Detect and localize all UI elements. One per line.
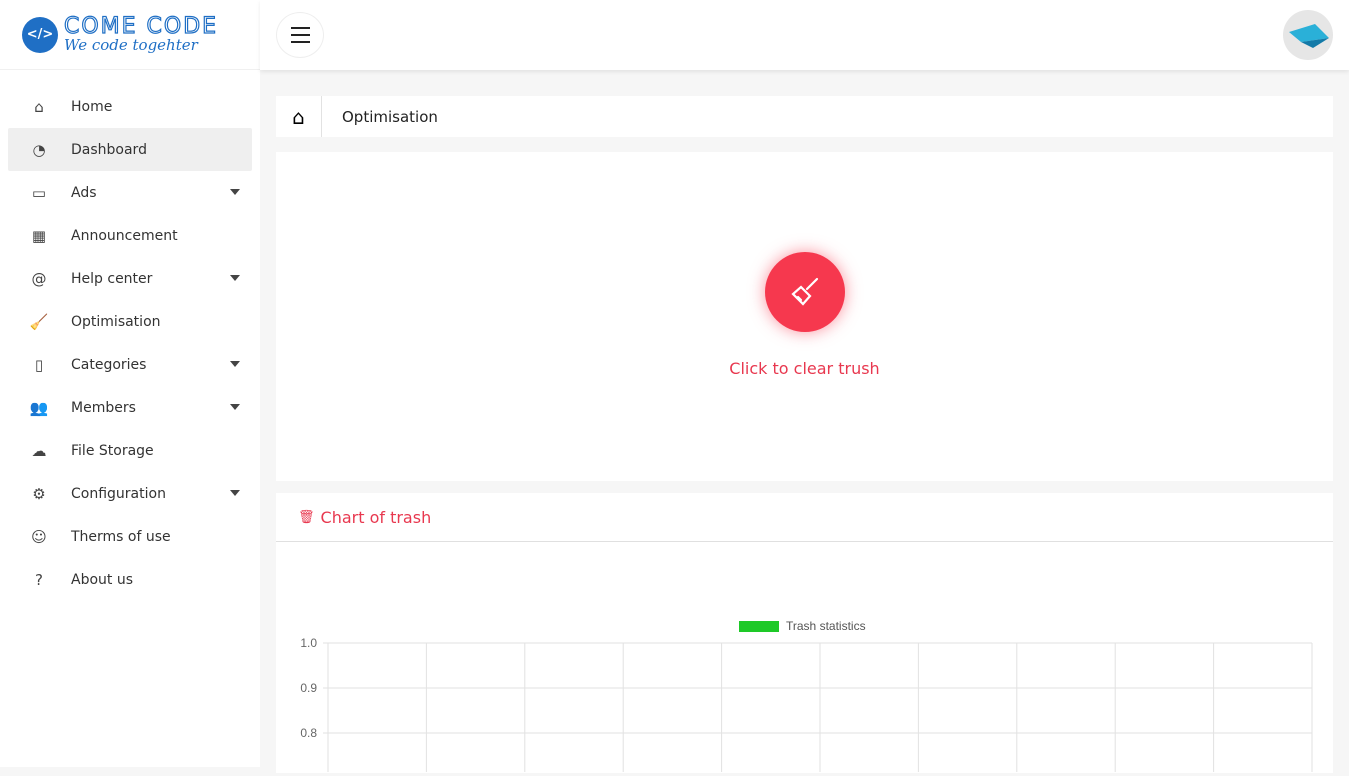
chevron-down-icon bbox=[230, 490, 240, 496]
sidebar-item-label: Ads bbox=[71, 184, 97, 201]
menu-toggle-button[interactable] bbox=[276, 12, 324, 58]
sidebar-item-configuration[interactable]: ⚙ Configuration bbox=[8, 472, 252, 515]
sidebar-item-label: Configuration bbox=[71, 485, 166, 502]
sidebar-item-label: Home bbox=[71, 98, 113, 115]
question-icon: ? bbox=[35, 570, 43, 589]
sidebar-item-file-storage[interactable]: ☁ File Storage bbox=[8, 429, 252, 472]
clear-trash-label[interactable]: Click to clear trush bbox=[276, 359, 1333, 378]
sidebar-item-categories[interactable]: ▯ Categories bbox=[8, 343, 252, 386]
sidebar-item-about-us[interactable]: ? About us bbox=[8, 558, 252, 601]
sidebar-item-label: Dashboard bbox=[71, 141, 147, 158]
at-icon: @ bbox=[31, 269, 47, 288]
gear-icon: ⚙ bbox=[32, 484, 46, 503]
user-avatar[interactable] bbox=[1283, 10, 1333, 60]
optimisation-card: Click to clear trush bbox=[276, 152, 1333, 481]
top-header bbox=[260, 0, 1349, 70]
sidebar-item-label: Optimisation bbox=[71, 313, 161, 330]
breadcrumb-current: Optimisation bbox=[342, 107, 438, 126]
sidebar-item-label: Help center bbox=[71, 270, 153, 287]
sidebar-nav: ⌂ Home ◔ Dashboard ▭ Ads ▦ Announcement @ Help ce… bbox=[0, 70, 260, 601]
sidebar-item-label: About us bbox=[71, 571, 134, 588]
code-icon: </> bbox=[22, 16, 58, 53]
users-icon: 👥 bbox=[29, 398, 49, 417]
ad-icon: ▭ bbox=[31, 183, 47, 202]
trash-icon: 🗑 bbox=[298, 509, 315, 525]
logo[interactable]: </> COME CODE We code togehter bbox=[0, 0, 260, 70]
chevron-down-icon bbox=[230, 189, 240, 195]
trash-chart: 1.0 0.9 0.8 0.7 Trash statistics bbox=[300, 619, 1313, 776]
accessibility-icon: ☺ bbox=[31, 527, 47, 546]
sidebar-item-label: File Storage bbox=[71, 442, 154, 459]
sidebar-item-label: Members bbox=[71, 399, 136, 416]
avatar-image bbox=[1289, 24, 1329, 48]
page-icon: ▯ bbox=[34, 355, 44, 374]
sidebar-item-announcement[interactable]: ▦ Announcement bbox=[8, 214, 252, 257]
legend-label: Trash statistics bbox=[786, 619, 866, 633]
broom-icon: 🧹 bbox=[29, 312, 49, 331]
chevron-down-icon bbox=[230, 361, 240, 367]
sidebar-item-therms-of-use[interactable]: ☺ Therms of use bbox=[8, 515, 252, 558]
sidebar: </> COME CODE We code togehter ⌂ Home ◔ Das… bbox=[0, 0, 260, 767]
sidebar-item-help-center[interactable]: @ Help center bbox=[8, 257, 252, 300]
chart-card-title: Chart of trash bbox=[320, 507, 432, 527]
clear-trash-button[interactable] bbox=[765, 252, 845, 332]
chevron-down-icon bbox=[230, 404, 240, 410]
hamburger-icon bbox=[290, 27, 310, 29]
sidebar-item-members[interactable]: 👥 Members bbox=[8, 386, 252, 429]
sidebar-item-label: Therms of use bbox=[71, 528, 171, 545]
sidebar-item-label: Categories bbox=[71, 356, 147, 373]
sidebar-item-optimisation[interactable]: 🧹 Optimisation bbox=[8, 300, 252, 343]
logo-subtitle: We code togehter bbox=[64, 36, 198, 54]
cloud-upload-icon: ☁ bbox=[31, 441, 47, 460]
sidebar-item-dashboard[interactable]: ◔ Dashboard bbox=[8, 128, 252, 171]
sidebar-item-home[interactable]: ⌂ Home bbox=[8, 85, 252, 128]
gauge-icon: ◔ bbox=[32, 140, 46, 159]
sidebar-item-label: Announcement bbox=[71, 227, 178, 244]
breadcrumb-home-icon[interactable]: ⌂ bbox=[276, 96, 322, 137]
calendar-icon: ▦ bbox=[31, 226, 47, 245]
y-tick-label: 0.8 bbox=[300, 726, 317, 740]
y-tick-label: 0.9 bbox=[300, 681, 317, 695]
chart-card: 🗑 Chart of trash 1.0 0.9 0.8 0.7 Trash statis… bbox=[276, 493, 1333, 776]
sidebar-item-ads[interactable]: ▭ Ads bbox=[8, 171, 252, 214]
y-tick-label: 1.0 bbox=[300, 636, 317, 650]
home-icon: ⌂ bbox=[34, 97, 44, 116]
y-tick-label: 0.7 bbox=[300, 771, 317, 772]
legend-swatch bbox=[739, 621, 779, 632]
chevron-down-icon bbox=[230, 275, 240, 281]
broom-icon bbox=[791, 277, 819, 306]
breadcrumb: ⌂ Optimisation bbox=[276, 96, 1333, 137]
logo-title: COME CODE bbox=[63, 14, 219, 39]
